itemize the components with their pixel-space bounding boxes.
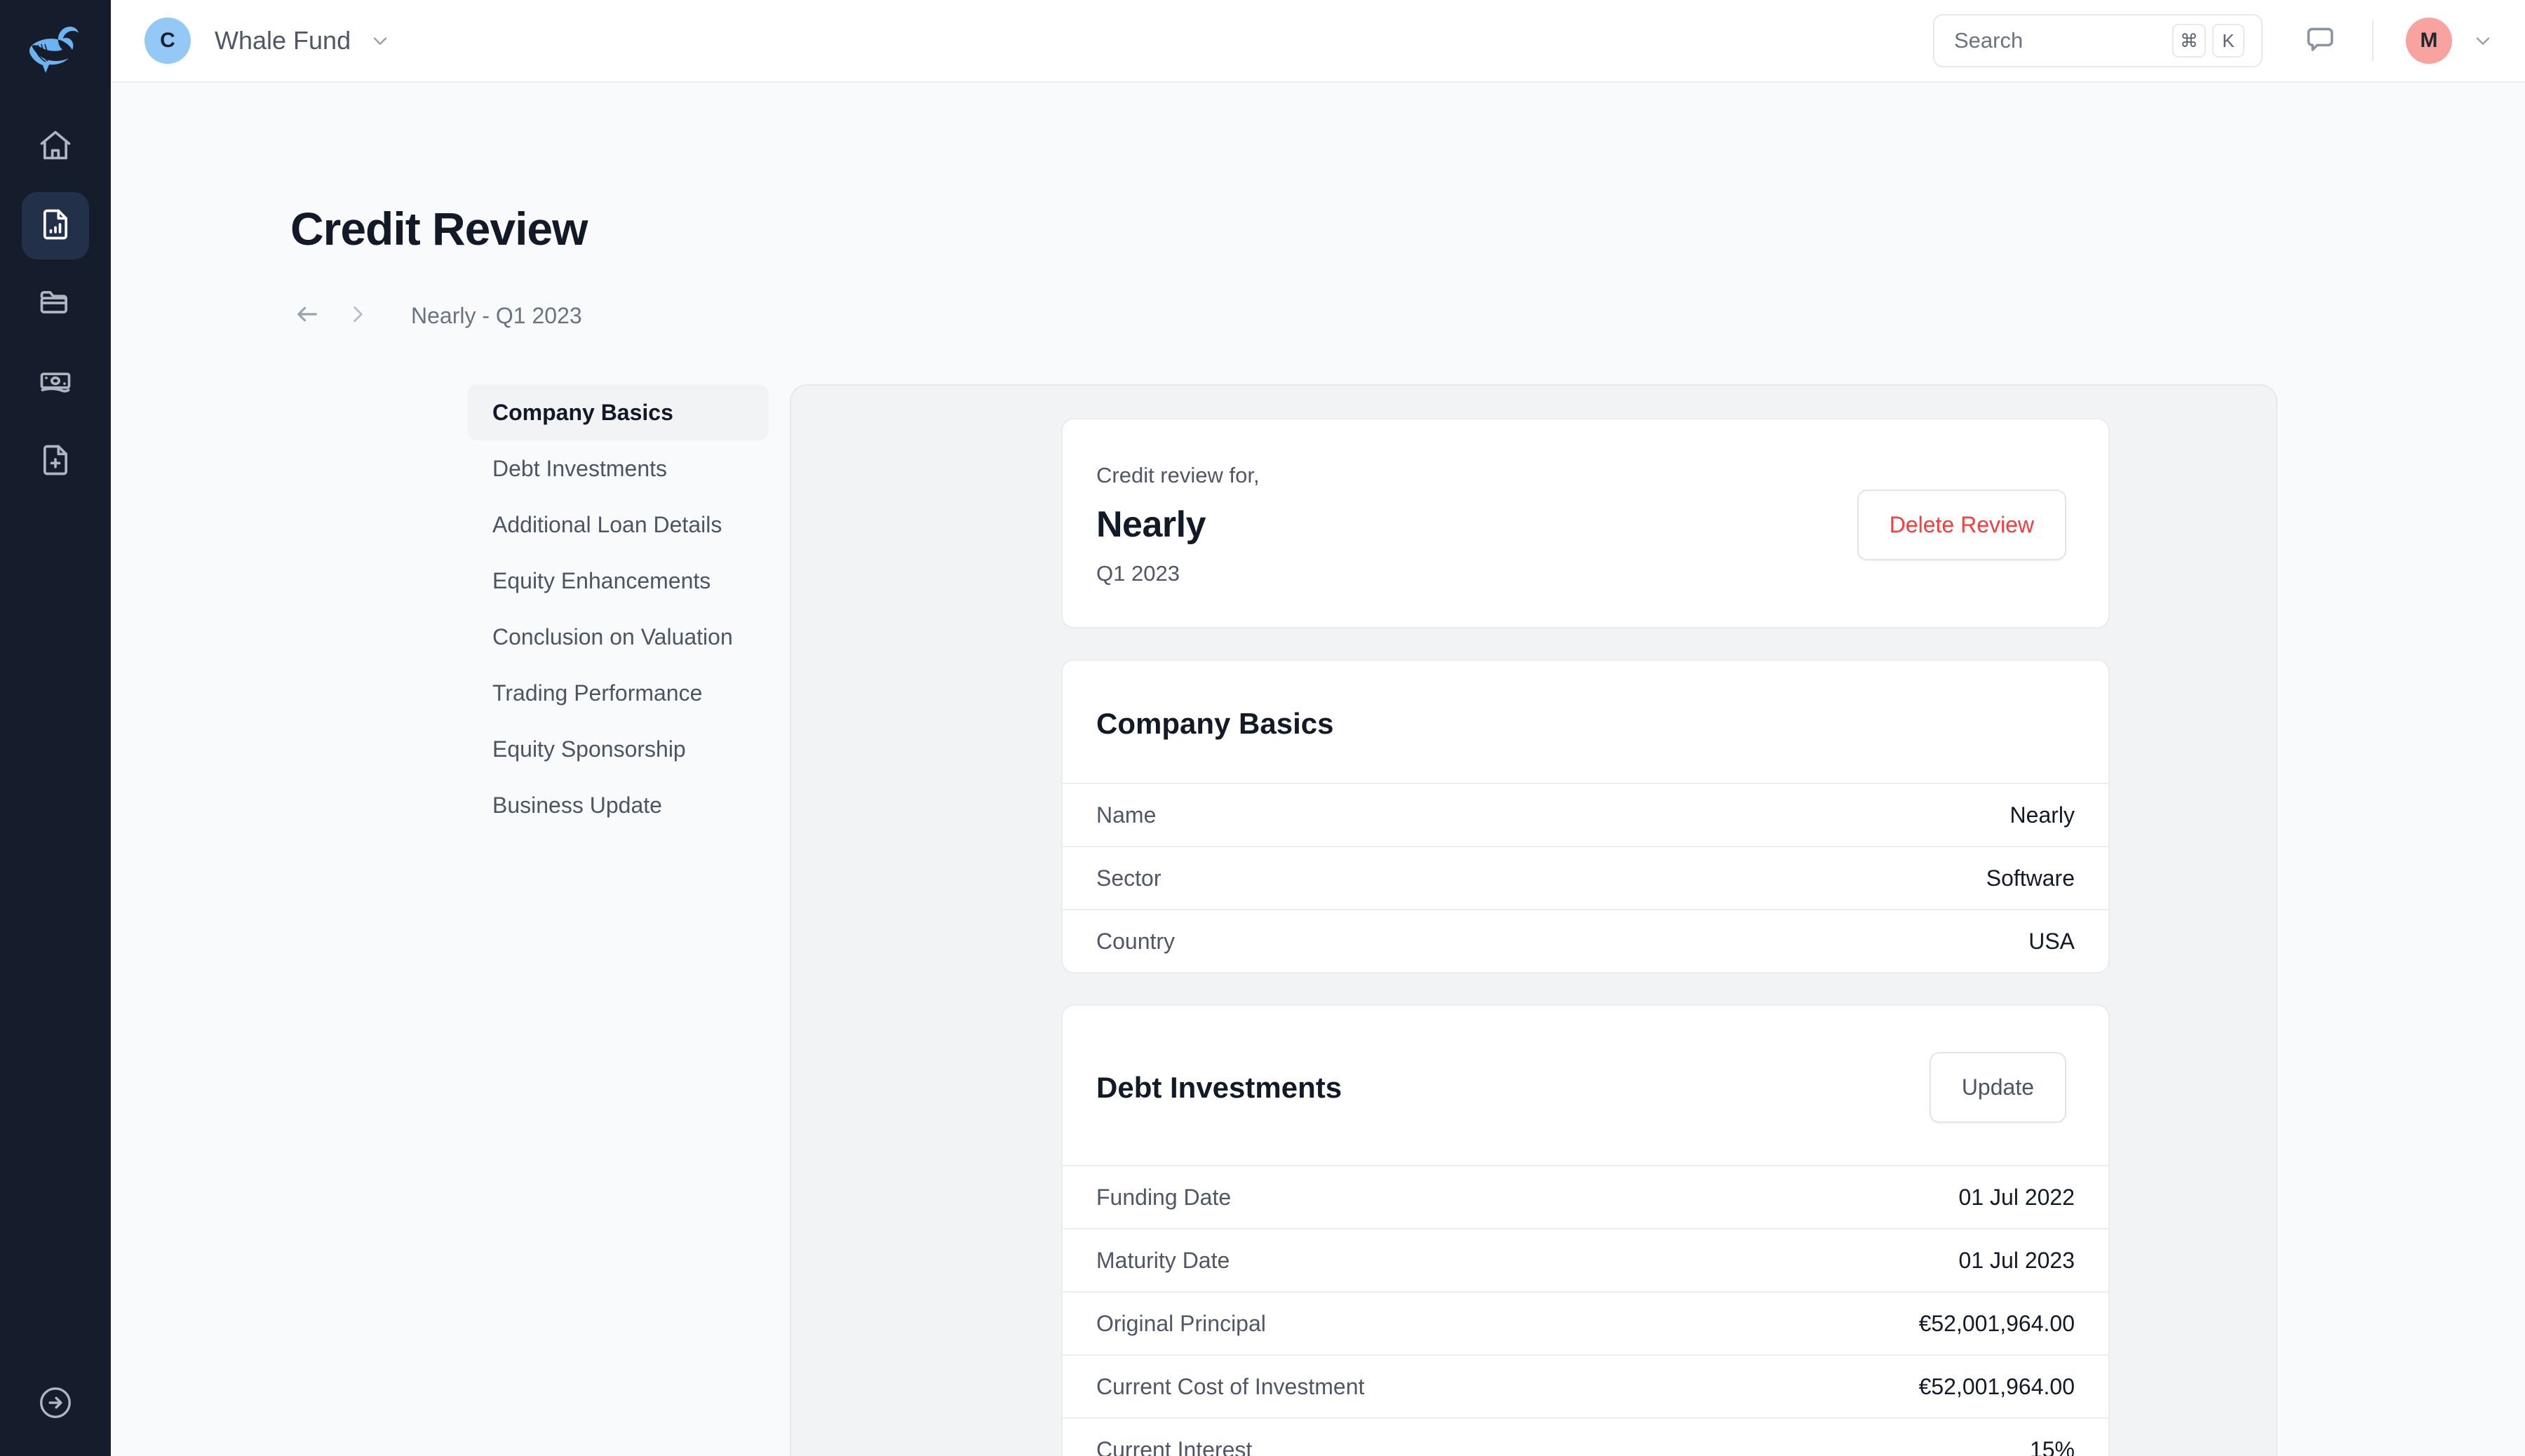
row-label: Country: [1096, 928, 1176, 954]
nav-item-business-update[interactable]: Business Update: [467, 777, 769, 833]
sidebar-item-new-document[interactable]: [22, 428, 89, 495]
arrow-right-circle-icon: [36, 1384, 74, 1425]
row-label: Sector: [1096, 865, 1162, 891]
nav-item-equity-enhancements[interactable]: Equity Enhancements: [467, 553, 769, 609]
table-row: Funding Date 01 Jul 2022: [1063, 1165, 2108, 1228]
document-plus-icon: [37, 442, 74, 482]
chevron-right-icon: [345, 302, 370, 330]
page-body: Credit Review Nearly - Q1 2023 Company B…: [111, 83, 2525, 1456]
company-basics-header: Company Basics: [1063, 661, 2108, 783]
sidebar-collapse-button[interactable]: [0, 1384, 111, 1425]
chevron-down-icon: [2472, 29, 2494, 52]
row-label: Funding Date: [1096, 1184, 1232, 1210]
folder-icon: [37, 285, 74, 325]
review-header-card: Credit review for, Nearly Q1 2023 Delete…: [1061, 418, 2110, 628]
chat-bubble-icon: [2303, 22, 2338, 60]
row-value: €52,001,964.00: [1918, 1310, 2075, 1336]
review-company-name: Nearly: [1096, 504, 1206, 545]
org-avatar: C: [144, 18, 191, 64]
app-root: C Whale Fund Search ⌘ K M Credit Review …: [0, 0, 2525, 1456]
whale-logo-icon: [22, 20, 89, 76]
update-button[interactable]: Update: [1929, 1052, 2066, 1123]
document-chart-icon: [37, 206, 74, 246]
debt-investments-card: Debt Investments Update Funding Date 01 …: [1061, 1004, 2110, 1456]
breadcrumb: Nearly - Q1 2023: [111, 255, 2525, 332]
nav-item-label: Business Update: [492, 792, 662, 818]
nav-item-label: Additional Loan Details: [492, 511, 722, 537]
sidebar-item-transactions[interactable]: [22, 349, 89, 417]
main-area: C Whale Fund Search ⌘ K M Credit Review …: [111, 0, 2525, 1456]
org-switcher[interactable]: C Whale Fund: [144, 18, 391, 64]
debt-investments-header: Debt Investments Update: [1063, 1006, 2108, 1165]
row-label: Original Principal: [1096, 1310, 1266, 1336]
table-row: Original Principal €52,001,964.00: [1063, 1291, 2108, 1354]
sidebar-item-reports[interactable]: [22, 192, 89, 259]
table-row: Sector Software: [1063, 846, 2108, 909]
topbar: C Whale Fund Search ⌘ K M: [111, 0, 2525, 83]
nav-item-label: Conclusion on Valuation: [492, 623, 733, 649]
nav-item-company-basics[interactable]: Company Basics: [467, 384, 769, 440]
banknote-icon: [37, 363, 74, 403]
review-header-text: Credit review for, Nearly Q1 2023: [1096, 463, 1260, 586]
row-value: 01 Jul 2023: [1958, 1247, 2075, 1273]
nav-item-equity-sponsorship[interactable]: Equity Sponsorship: [467, 721, 769, 777]
back-button[interactable]: [290, 299, 324, 332]
row-value: USA: [2028, 928, 2075, 954]
org-name: Whale Fund: [215, 26, 351, 55]
search-placeholder: Search: [1954, 28, 2024, 53]
rail-nav: [22, 114, 89, 495]
kbd-command: ⌘: [2172, 24, 2206, 58]
sidebar-item-folders[interactable]: [22, 271, 89, 338]
breadcrumb-label: Nearly - Q1 2023: [411, 302, 582, 328]
review-eyebrow: Credit review for,: [1096, 463, 1260, 487]
row-value: €52,001,964.00: [1918, 1373, 2075, 1399]
card-title: Debt Investments: [1096, 1070, 1342, 1104]
nav-item-conclusion-on-valuation[interactable]: Conclusion on Valuation: [467, 609, 769, 665]
review-period: Q1 2023: [1096, 561, 1180, 586]
cards-column: Credit review for, Nearly Q1 2023 Delete…: [1061, 418, 2110, 1456]
avatar: M: [2406, 18, 2452, 64]
card-title: Company Basics: [1096, 707, 1334, 740]
table-row: Maturity Date 01 Jul 2023: [1063, 1228, 2108, 1291]
row-label: Name: [1096, 802, 1157, 828]
table-row: Name Nearly: [1063, 783, 2108, 846]
review-header-content: Credit review for, Nearly Q1 2023 Delete…: [1063, 419, 2108, 627]
company-basics-card: Company Basics Name Nearly Sector Softwa…: [1061, 659, 2110, 973]
arrow-left-icon: [292, 299, 322, 332]
topbar-divider: [2372, 20, 2374, 61]
row-value: 01 Jul 2022: [1958, 1184, 2075, 1210]
nav-item-label: Debt Investments: [492, 455, 667, 481]
home-icon: [37, 128, 74, 168]
user-menu[interactable]: M: [2406, 18, 2494, 64]
delete-review-button[interactable]: Delete Review: [1857, 489, 2066, 560]
table-row: Current Cost of Investment €52,001,964.0…: [1063, 1354, 2108, 1417]
row-label: Current Cost of Investment: [1096, 1373, 1365, 1399]
chat-button[interactable]: [2301, 21, 2340, 60]
nav-item-label: Equity Enhancements: [492, 567, 711, 593]
table-row: Current Interest 15%: [1063, 1417, 2108, 1456]
chevron-down-icon: [369, 29, 391, 52]
nav-item-label: Trading Performance: [492, 680, 703, 706]
kbd-k: K: [2212, 24, 2244, 58]
row-value: Software: [1986, 865, 2075, 891]
row-value: 15%: [2029, 1436, 2075, 1456]
sidebar-item-home[interactable]: [22, 114, 89, 181]
nav-item-debt-investments[interactable]: Debt Investments: [467, 440, 769, 497]
forward-button[interactable]: [341, 299, 375, 332]
row-label: Current Interest: [1096, 1436, 1253, 1456]
section-nav: Company Basics Debt Investments Addition…: [467, 384, 769, 833]
left-rail: [0, 0, 111, 1456]
nav-item-trading-performance[interactable]: Trading Performance: [467, 665, 769, 721]
nav-item-label: Equity Sponsorship: [492, 736, 686, 762]
row-label: Maturity Date: [1096, 1247, 1230, 1273]
page-title: Credit Review: [290, 203, 588, 255]
row-value: Nearly: [2009, 802, 2075, 828]
search-input[interactable]: Search ⌘ K: [1933, 14, 2263, 67]
nav-item-additional-loan-details[interactable]: Additional Loan Details: [467, 497, 769, 553]
nav-item-label: Company Basics: [492, 399, 673, 425]
table-row: Country USA: [1063, 909, 2108, 972]
